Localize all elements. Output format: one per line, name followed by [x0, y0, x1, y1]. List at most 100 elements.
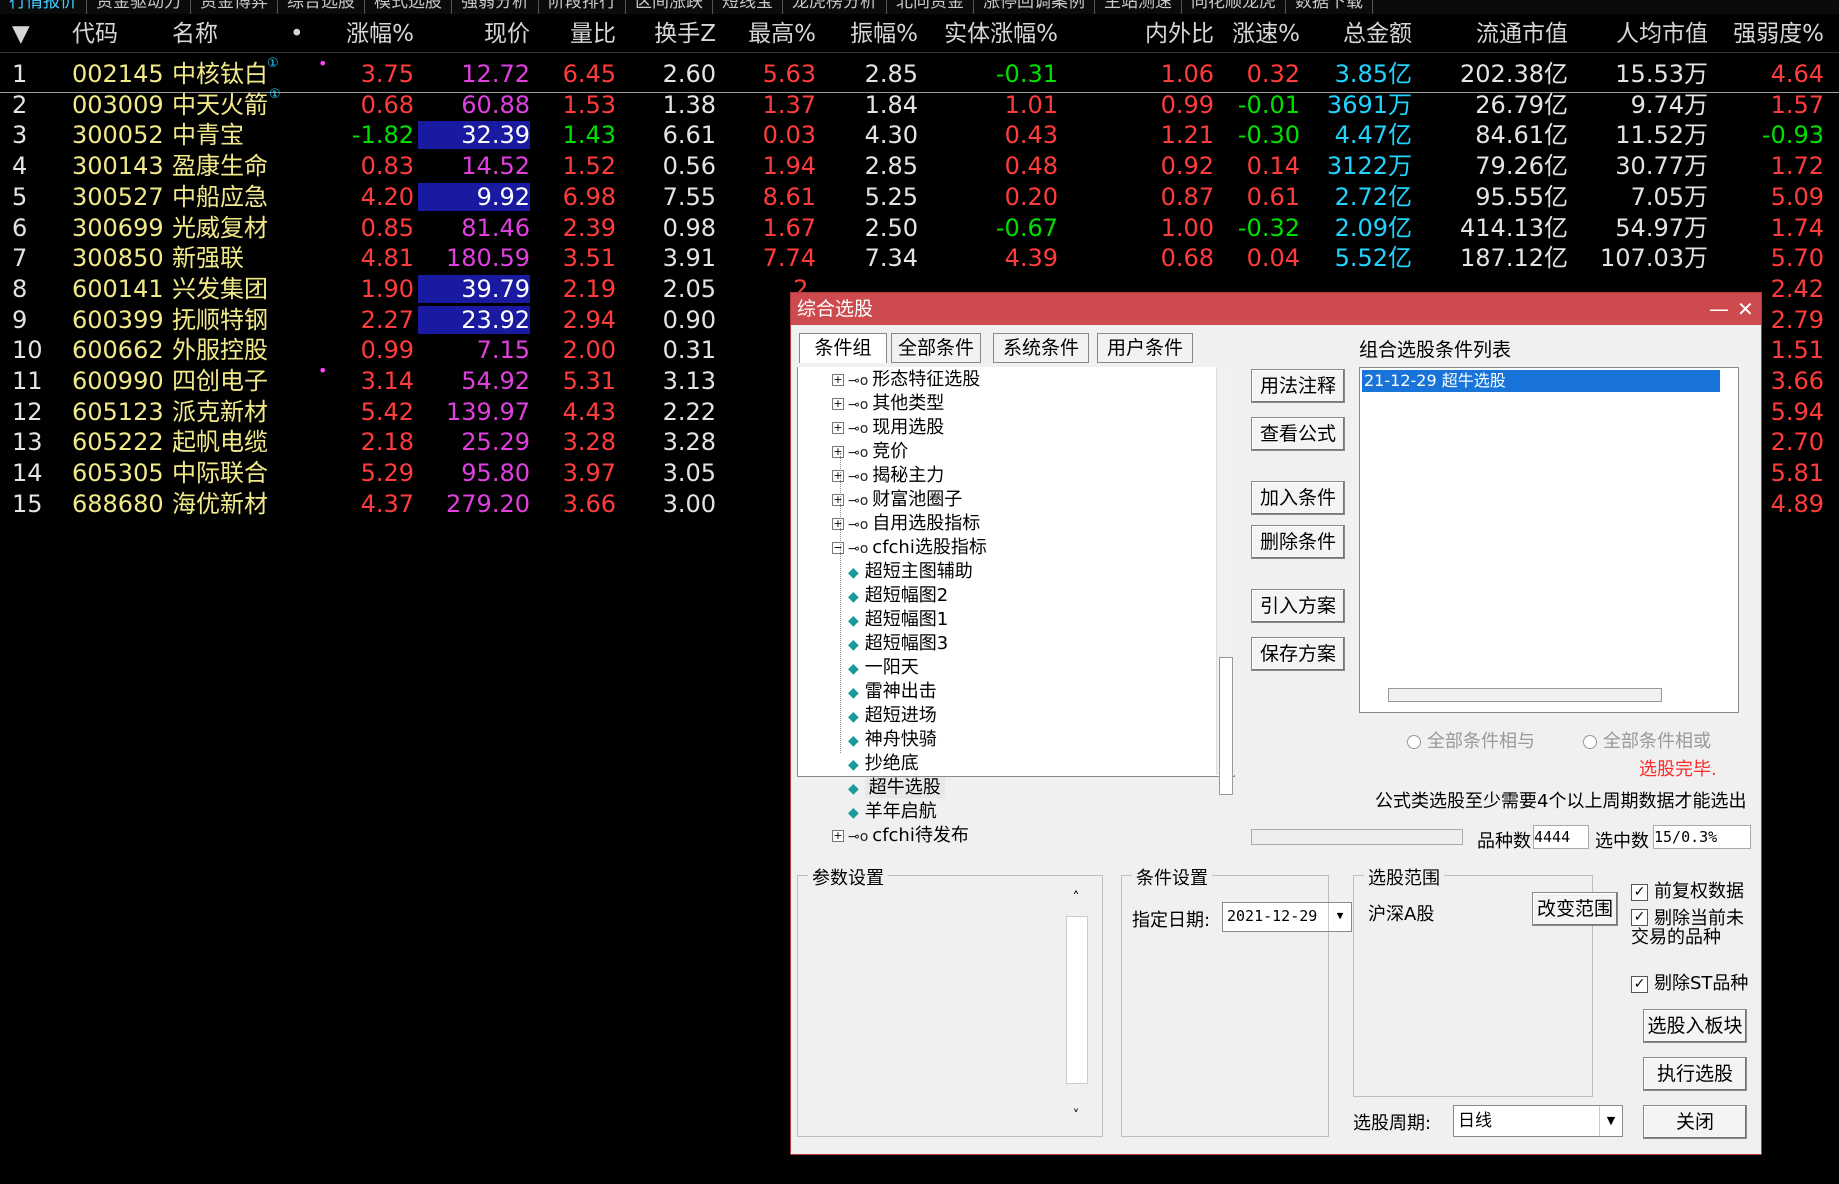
column-header[interactable]: 最高%	[720, 16, 816, 52]
combo-list-label: 组合选股条件列表	[1359, 339, 1512, 361]
column-header[interactable]: 涨幅%	[318, 16, 414, 52]
period-select[interactable]: 日线 ▼	[1453, 1105, 1623, 1137]
top-tab[interactable]: 综合选股	[278, 0, 365, 14]
key-icon: ⊸o	[848, 373, 869, 389]
selected-value: 15/0.3%	[1653, 825, 1751, 849]
column-header[interactable]: 涨速%	[1218, 16, 1300, 52]
top-tab[interactable]: 资金驱动力	[87, 0, 191, 14]
expand-icon[interactable]: +	[832, 398, 844, 410]
column-header[interactable]: 流通市值	[1420, 16, 1568, 52]
top-tab[interactable]: 数据下载	[1286, 0, 1373, 14]
top-tab[interactable]: 行情报价	[0, 0, 87, 14]
minimize-button[interactable]: —	[1709, 293, 1729, 325]
top-tab[interactable]: 模式选股	[365, 0, 452, 14]
tree-item[interactable]: + ⊸o 其他类型	[832, 393, 944, 416]
top-tab[interactable]: 阶段排行	[539, 0, 626, 14]
close-button[interactable]: 关闭	[1643, 1105, 1747, 1139]
column-header[interactable]: 代码	[72, 16, 164, 52]
change-range-button[interactable]: 改变范围	[1532, 892, 1618, 926]
column-header[interactable]: 内外比	[1112, 16, 1214, 52]
column-header[interactable]: 名称	[172, 16, 292, 52]
column-header[interactable]: 强弱度%	[1714, 16, 1824, 52]
dialog-tab[interactable]: 条件组	[799, 333, 887, 363]
dialog-tab[interactable]: 用户条件	[1097, 333, 1193, 363]
combo-list-item[interactable]: 21-12-29 超牛选股	[1362, 370, 1720, 392]
expand-icon[interactable]: +	[832, 518, 844, 530]
tree-item[interactable]: + ⊸o 财富池圈子	[832, 489, 962, 512]
view-formula-button[interactable]: 查看公式	[1251, 417, 1345, 451]
tree-item[interactable]: + ⊸o 竞价	[832, 441, 908, 464]
list-hscrollbar[interactable]	[1388, 688, 1662, 702]
column-header[interactable]: •	[290, 16, 306, 52]
delete-condition-button[interactable]: 删除条件	[1251, 525, 1345, 559]
checkbox-checked-icon[interactable]: ✓	[1631, 909, 1648, 926]
top-tab[interactable]: 区间涨跌	[626, 0, 713, 14]
tree-item[interactable]: − ⊸o cfchi选股指标	[832, 537, 987, 560]
scroll-thumb[interactable]	[1219, 657, 1233, 795]
tree-item[interactable]: + ⊸o cfchi待发布	[832, 825, 969, 848]
expand-icon[interactable]: +	[832, 830, 844, 842]
top-tab[interactable]: 龙虎榜分析	[783, 0, 887, 14]
expand-icon[interactable]: +	[832, 446, 844, 458]
expand-icon[interactable]: +	[832, 494, 844, 506]
tree-item[interactable]: ◆ 羊年启航	[848, 801, 937, 824]
radio-all-or[interactable]: 全部条件相或	[1583, 727, 1711, 753]
dialog-tab[interactable]: 系统条件	[993, 333, 1089, 363]
tree-item[interactable]: ◆ 超短幅图3	[848, 633, 948, 656]
column-header[interactable]: 量比	[534, 16, 616, 52]
count-value: 4444	[1533, 825, 1589, 849]
close-window-button[interactable]: ✕	[1737, 293, 1754, 325]
column-header[interactable]: 振幅%	[822, 16, 918, 52]
column-header[interactable]: 总金额	[1306, 16, 1412, 52]
expand-icon[interactable]: +	[832, 374, 844, 386]
chk-remove-st[interactable]: ✓ 剔除ST品种	[1631, 969, 1748, 995]
import-plan-button[interactable]: 引入方案	[1251, 589, 1345, 623]
expand-icon[interactable]: +	[832, 422, 844, 434]
usage-notes-button[interactable]: 用法注释	[1251, 369, 1345, 403]
column-header[interactable]: ▼	[12, 16, 42, 52]
tree-item[interactable]: + ⊸o 现用选股	[832, 417, 944, 440]
execute-selection-button[interactable]: 执行选股	[1643, 1057, 1747, 1091]
tree-item[interactable]: ◆ 超牛选股	[848, 777, 945, 800]
save-to-block-button[interactable]: 选股入板块	[1643, 1009, 1747, 1043]
tree-item[interactable]: ◆ 抄绝底	[848, 753, 919, 776]
tree-scrollbar[interactable]	[1216, 367, 1235, 795]
checkbox-checked-icon[interactable]: ✓	[1631, 883, 1648, 901]
chevron-down-icon[interactable]: ▼	[1328, 903, 1351, 931]
top-tab[interactable]: 资金博弈	[191, 0, 278, 14]
tree-item[interactable]: + ⊸o 揭秘主力	[832, 465, 944, 488]
column-header[interactable]: 人均市值	[1574, 16, 1708, 52]
radio-all-and[interactable]: 全部条件相与	[1407, 727, 1535, 753]
column-header[interactable]: 换手Z	[620, 16, 716, 52]
tree-item[interactable]: + ⊸o 形态特征选股	[832, 369, 980, 392]
top-tab[interactable]: 主站测速	[1095, 0, 1182, 14]
chk-fuquan[interactable]: ✓ 前复权数据	[1631, 877, 1744, 903]
tree-item[interactable]: ◆ 超短主图辅助	[848, 561, 973, 584]
checkbox-checked-icon[interactable]: ✓	[1631, 975, 1648, 993]
tree-item[interactable]: ◆ 超短幅图2	[848, 585, 948, 608]
top-tab[interactable]: 短线宝	[713, 0, 783, 14]
save-plan-button[interactable]: 保存方案	[1251, 637, 1345, 671]
column-header[interactable]: 实体涨幅%	[930, 16, 1058, 52]
expand-icon[interactable]: +	[832, 470, 844, 482]
tree-item[interactable]: ◆ 雷神出击	[848, 681, 937, 704]
tree-item[interactable]: ◆ 超短进场	[848, 705, 937, 728]
tree-item-label: 雷神出击	[864, 681, 937, 702]
tree-item[interactable]: ◆ 一阳天	[848, 657, 919, 680]
column-header[interactable]: 现价	[418, 16, 530, 52]
top-tab[interactable]: 同花顺龙虎	[1182, 0, 1286, 14]
tree-item[interactable]: ◆ 神舟快骑	[848, 729, 937, 752]
top-tab[interactable]: 强弱分析	[452, 0, 539, 14]
date-picker[interactable]: 2021-12-29 ▼	[1222, 902, 1352, 932]
param-scrollbar[interactable]: ˄ ˅	[1064, 890, 1088, 1126]
chk-remove-untraded[interactable]: ✓ 剔除当前未交易的品种	[1631, 909, 1751, 947]
add-condition-button[interactable]: 加入条件	[1251, 481, 1345, 515]
tree-item[interactable]: + ⊸o 自用选股指标	[832, 513, 980, 536]
top-tab[interactable]: 涨停回调案例	[974, 0, 1095, 14]
count-label: 品种数	[1477, 831, 1531, 852]
chevron-down-icon[interactable]: ▼	[1599, 1106, 1622, 1136]
tree-item[interactable]: ◆ 超短幅图1	[848, 609, 948, 632]
collapse-icon[interactable]: −	[832, 542, 844, 554]
top-tab[interactable]: 北向资金	[887, 0, 974, 14]
dialog-tab[interactable]: 全部条件	[891, 333, 981, 363]
